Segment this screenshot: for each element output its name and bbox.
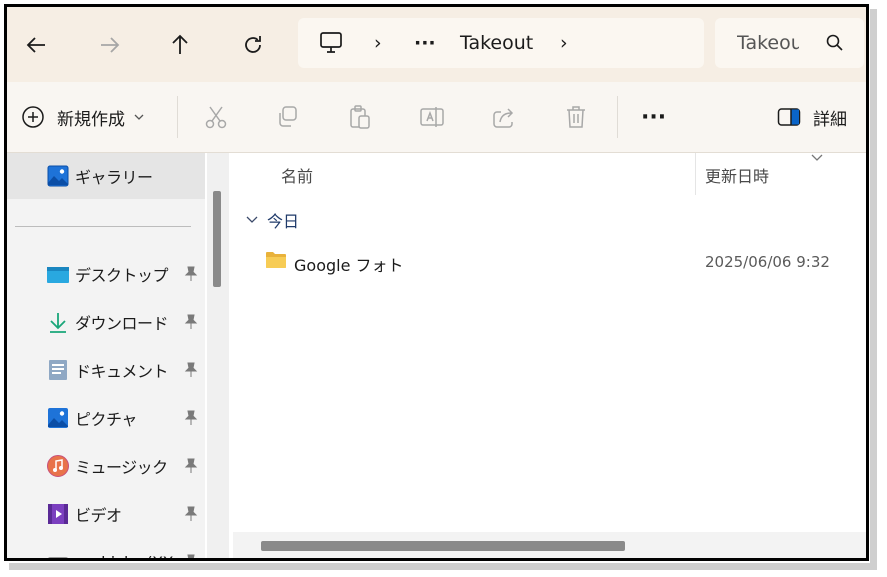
address-bar[interactable]: › ··· Takeout › xyxy=(298,18,704,68)
search-box[interactable]: Takeout xyxy=(715,18,864,68)
horizontal-scrollbar[interactable] xyxy=(233,532,866,558)
group-label: 今日 xyxy=(267,212,300,231)
computer-icon xyxy=(320,32,342,53)
drive-icon xyxy=(48,557,68,558)
search-button[interactable] xyxy=(825,33,845,53)
sidebar-scrollbar-thumb[interactable] xyxy=(213,191,221,287)
sidebar-item-videos[interactable]: ビデオ xyxy=(7,491,205,537)
clipboard-icon xyxy=(350,105,370,129)
more-options-button[interactable]: ··· xyxy=(641,101,666,133)
toolbar-divider xyxy=(177,96,178,138)
pin-icon[interactable] xyxy=(183,554,199,561)
new-label: 新規作成 xyxy=(57,109,125,130)
video-icon xyxy=(48,504,68,524)
refresh-button[interactable] xyxy=(237,29,269,61)
search-icon xyxy=(826,34,843,51)
arrow-right-icon xyxy=(101,37,120,53)
delete-button[interactable] xyxy=(563,101,589,133)
music-icon xyxy=(47,455,69,477)
paste-button[interactable] xyxy=(347,101,373,133)
address-root[interactable] xyxy=(318,18,344,68)
plus-circle-icon xyxy=(22,106,44,128)
desktop-icon xyxy=(47,267,69,283)
command-toolbar: 新規作成 ··· 詳細 xyxy=(7,82,866,153)
breadcrumb-separator[interactable]: › xyxy=(374,18,382,68)
refresh-icon xyxy=(245,36,261,53)
navigation-pane: ギャラリー デスクトップ ダウンロード ドキュメント ピクチャ ミュージック ビ… xyxy=(7,153,205,561)
details-label: 詳細 xyxy=(813,109,847,130)
scissors-icon xyxy=(205,106,227,129)
pin-icon[interactable] xyxy=(183,410,199,426)
folder-icon xyxy=(266,252,286,268)
trash-icon xyxy=(567,106,585,128)
pin-icon[interactable] xyxy=(183,362,199,378)
sidebar-item-label: ギャラリー xyxy=(75,168,153,187)
back-button[interactable] xyxy=(21,29,53,61)
sidebar-item-label: デスクトップ xyxy=(75,266,169,285)
sidebar-item-label: ピクチャ xyxy=(75,410,137,429)
sidebar-item-label: yoshioka (XX: xyxy=(75,553,179,559)
rename-icon xyxy=(420,107,444,127)
chevron-down-icon xyxy=(246,216,258,223)
sidebar-item-downloads[interactable]: ダウンロード xyxy=(7,299,205,345)
sidebar-item-pictures[interactable]: ピクチャ xyxy=(7,395,205,441)
pin-icon[interactable] xyxy=(183,506,199,522)
search-input[interactable]: Takeout xyxy=(737,18,799,68)
sidebar-divider xyxy=(15,226,191,227)
share-button[interactable] xyxy=(491,101,517,133)
copy-icon xyxy=(279,106,297,127)
up-button[interactable] xyxy=(164,29,196,61)
details-pane-button[interactable]: 詳細 xyxy=(777,101,847,133)
toolbar-divider xyxy=(617,96,618,138)
details-pane-icon xyxy=(777,108,801,126)
gallery-icon xyxy=(47,165,69,187)
copy-button[interactable] xyxy=(275,101,301,133)
pin-icon[interactable] xyxy=(183,458,199,474)
column-divider[interactable] xyxy=(695,153,696,195)
arrow-left-icon xyxy=(26,37,45,53)
file-modified: 2025/06/06 9:32 xyxy=(705,253,830,271)
arrow-up-icon xyxy=(172,34,188,54)
column-header-name[interactable]: 名前 xyxy=(281,163,313,187)
download-icon xyxy=(50,313,66,333)
horizontal-scrollbar-thumb[interactable] xyxy=(261,541,625,551)
breadcrumb-current[interactable]: Takeout xyxy=(460,18,533,68)
breadcrumb-separator-end[interactable]: › xyxy=(560,18,568,68)
group-header-today[interactable]: 今日 xyxy=(245,209,299,231)
cut-button[interactable] xyxy=(203,101,229,133)
sort-chevron-icon[interactable] xyxy=(810,153,824,163)
pin-icon[interactable] xyxy=(183,314,199,330)
breadcrumb-overflow[interactable]: ··· xyxy=(414,18,436,68)
file-explorer-window: › ··· Takeout › Takeout 新規作成 xyxy=(4,4,869,561)
file-list: 名前 更新日時 今日 Google フォト 2025/06/06 9:32 xyxy=(233,153,866,558)
sidebar-item-label: ビデオ xyxy=(75,506,122,525)
pin-icon[interactable] xyxy=(183,266,199,282)
sidebar-item-label: ミュージック xyxy=(75,458,168,477)
sidebar-item-label: ダウンロード xyxy=(75,314,169,333)
sidebar-item-music[interactable]: ミュージック xyxy=(7,443,205,489)
file-name: Google フォト xyxy=(294,256,404,275)
document-icon xyxy=(49,360,67,380)
pictures-icon xyxy=(48,408,68,428)
sidebar-item-documents[interactable]: ドキュメント xyxy=(7,347,205,393)
table-row[interactable]: Google フォト 2025/06/06 9:32 xyxy=(233,243,866,283)
share-icon xyxy=(493,108,514,128)
chevron-down-icon xyxy=(134,114,144,120)
sidebar-item-desktop[interactable]: デスクトップ xyxy=(7,251,205,297)
rename-button[interactable] xyxy=(419,101,445,133)
forward-button[interactable] xyxy=(93,29,125,61)
sidebar-item-label: ドキュメント xyxy=(75,362,169,381)
sidebar-item-gallery[interactable]: ギャラリー xyxy=(7,153,205,199)
column-header-modified[interactable]: 更新日時 xyxy=(705,163,769,187)
new-button[interactable]: 新規作成 xyxy=(21,101,145,133)
sidebar-item-drive[interactable]: yoshioka (XX: xyxy=(7,539,205,561)
navigation-bar: › ··· Takeout › Takeout xyxy=(7,7,866,82)
